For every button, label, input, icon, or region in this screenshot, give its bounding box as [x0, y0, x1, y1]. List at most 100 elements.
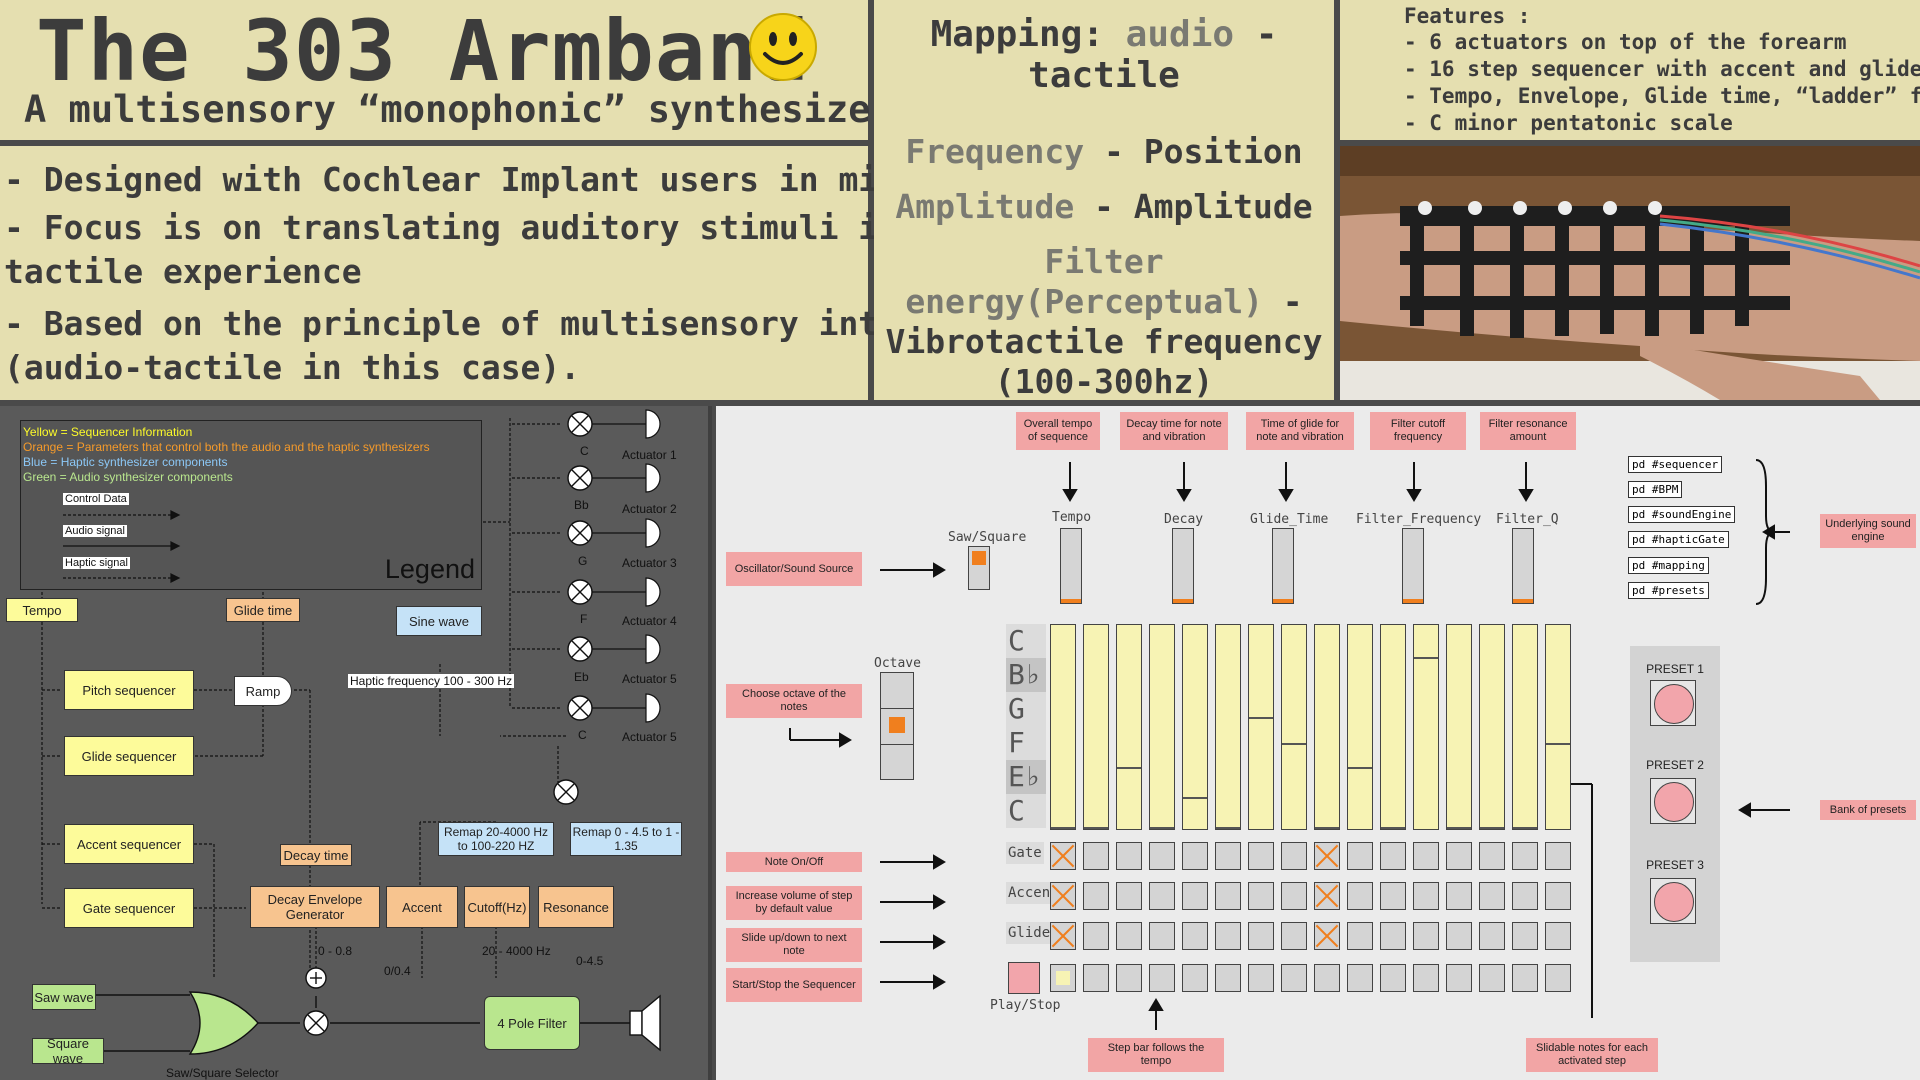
- gate-step-toggle[interactable]: [1116, 842, 1142, 870]
- gate-step-toggle[interactable]: [1347, 842, 1373, 870]
- glide-step-toggle[interactable]: [1182, 922, 1208, 950]
- gate-step-toggle[interactable]: [1314, 842, 1340, 870]
- sine-wave-box: Sine wave: [396, 606, 482, 636]
- gate-step-toggle[interactable]: [1149, 842, 1175, 870]
- glide-step-toggle[interactable]: [1413, 922, 1439, 950]
- step-indicator: [1050, 964, 1076, 992]
- accent-step-toggle[interactable]: [1512, 882, 1538, 910]
- play-stop-button[interactable]: [1008, 962, 1040, 994]
- pitch-slider-step[interactable]: [1314, 624, 1340, 830]
- pd-object[interactable]: pd #hapticGate: [1628, 531, 1729, 548]
- preset-2-button[interactable]: [1650, 778, 1696, 824]
- pd-object[interactable]: pd #soundEngine: [1628, 506, 1736, 523]
- pitch-slider-step[interactable]: [1215, 624, 1241, 830]
- pitch-slider-step[interactable]: [1413, 624, 1439, 830]
- accent-step-toggle[interactable]: [1347, 882, 1373, 910]
- accent-step-toggle[interactable]: [1083, 882, 1109, 910]
- saw-square-toggle[interactable]: [968, 546, 990, 590]
- glide-step-toggle[interactable]: [1380, 922, 1406, 950]
- gate-step-toggle[interactable]: [1545, 842, 1571, 870]
- gate-step-toggle[interactable]: [1050, 842, 1076, 870]
- pitch-slider-step[interactable]: [1116, 624, 1142, 830]
- decay-slider[interactable]: [1172, 528, 1194, 604]
- pitch-slider-step[interactable]: [1347, 624, 1373, 830]
- features-title: Features :: [1404, 4, 1531, 28]
- gate-step-toggle[interactable]: [1380, 842, 1406, 870]
- glide-step-toggle[interactable]: [1314, 922, 1340, 950]
- filter-q-slider[interactable]: [1512, 528, 1534, 604]
- preset-label: PRESET 2: [1646, 758, 1704, 772]
- accent-step-toggle[interactable]: [1281, 882, 1307, 910]
- accent-step-toggle[interactable]: [1380, 882, 1406, 910]
- accent-step-toggle[interactable]: [1314, 882, 1340, 910]
- pitch-slider-step[interactable]: [1512, 624, 1538, 830]
- gate-step-toggle[interactable]: [1083, 842, 1109, 870]
- glide-step-toggle[interactable]: [1083, 922, 1109, 950]
- accent-step-toggle[interactable]: [1545, 882, 1571, 910]
- accent-step-toggle[interactable]: [1116, 882, 1142, 910]
- accent-step-toggle[interactable]: [1248, 882, 1274, 910]
- accent-step-toggle[interactable]: [1182, 882, 1208, 910]
- glide-step-toggle[interactable]: [1215, 922, 1241, 950]
- glide-time-slider[interactable]: [1272, 528, 1294, 604]
- pitch-slider-step[interactable]: [1281, 624, 1307, 830]
- cutoff-box: Cutoff(Hz): [464, 886, 530, 928]
- preset-label: PRESET 1: [1646, 662, 1704, 676]
- pitch-slider-step[interactable]: [1479, 624, 1505, 830]
- gate-step-toggle[interactable]: [1479, 842, 1505, 870]
- poster-subtitle: A multisensory “monophonic” synthesizer: [24, 88, 893, 131]
- tempo-slider[interactable]: [1060, 528, 1082, 604]
- accent-step-toggle[interactable]: [1413, 882, 1439, 910]
- gate-step-toggle[interactable]: [1182, 842, 1208, 870]
- glide-step-toggle[interactable]: [1347, 922, 1373, 950]
- pd-object[interactable]: pd #presets: [1628, 582, 1709, 599]
- glide-step-toggle[interactable]: [1545, 922, 1571, 950]
- pd-object[interactable]: pd #BPM: [1628, 481, 1683, 498]
- glide-step-toggle[interactable]: [1116, 922, 1142, 950]
- note-on-off-annotation: Note On/Off: [726, 852, 862, 872]
- pitch-slider-step[interactable]: [1380, 624, 1406, 830]
- glide-step-toggle[interactable]: [1050, 922, 1076, 950]
- accent-step-toggle[interactable]: [1215, 882, 1241, 910]
- pitch-slider-step[interactable]: [1248, 624, 1274, 830]
- pitch-slider-step[interactable]: [1050, 624, 1076, 830]
- gate-step-toggle[interactable]: [1413, 842, 1439, 870]
- preset-3-button[interactable]: [1650, 878, 1696, 924]
- glide-step-toggle[interactable]: [1281, 922, 1307, 950]
- pitch-slider-step[interactable]: [1545, 624, 1571, 830]
- filter-frequency-slider[interactable]: [1402, 528, 1424, 604]
- mapping-prefix: Mapping:: [930, 14, 1126, 55]
- gate-row-label: Gate: [1006, 842, 1044, 864]
- gate-step-toggle[interactable]: [1281, 842, 1307, 870]
- pitch-slider-step[interactable]: [1149, 624, 1175, 830]
- pd-object[interactable]: pd #sequencer: [1628, 456, 1723, 473]
- step-indicator: [1512, 964, 1538, 992]
- saw-wave-box: Saw wave: [32, 984, 96, 1010]
- octave-annotation: Choose octave of the notes: [726, 684, 862, 718]
- gate-step-toggle[interactable]: [1512, 842, 1538, 870]
- gate-step-toggle[interactable]: [1248, 842, 1274, 870]
- pd-object[interactable]: pd #mapping: [1628, 557, 1709, 574]
- actuator-label: Actuator 2: [622, 502, 677, 516]
- accent-step-toggle[interactable]: [1479, 882, 1505, 910]
- accent-step-toggle[interactable]: [1446, 882, 1472, 910]
- bullet-3-cont: (audio-tactile in this case).: [4, 348, 581, 387]
- step-indicator: [1182, 964, 1208, 992]
- tempo-label: Tempo: [1052, 510, 1092, 525]
- glide-step-toggle[interactable]: [1446, 922, 1472, 950]
- glide-step-toggle[interactable]: [1149, 922, 1175, 950]
- glide-step-toggle[interactable]: [1479, 922, 1505, 950]
- accent-step-toggle[interactable]: [1050, 882, 1076, 910]
- feature-item: - Tempo, Envelope, Glide time, “ladder” …: [1404, 84, 1920, 108]
- gate-step-toggle[interactable]: [1215, 842, 1241, 870]
- glide-step-toggle[interactable]: [1248, 922, 1274, 950]
- glide-step-toggle[interactable]: [1512, 922, 1538, 950]
- pitch-slider-step[interactable]: [1083, 624, 1109, 830]
- preset-1-button[interactable]: [1650, 680, 1696, 726]
- step-indicator: [1413, 964, 1439, 992]
- pitch-slider-step[interactable]: [1182, 624, 1208, 830]
- pitch-slider-step[interactable]: [1446, 624, 1472, 830]
- gate-step-toggle[interactable]: [1446, 842, 1472, 870]
- accent-step-toggle[interactable]: [1149, 882, 1175, 910]
- octave-selector[interactable]: [880, 672, 914, 780]
